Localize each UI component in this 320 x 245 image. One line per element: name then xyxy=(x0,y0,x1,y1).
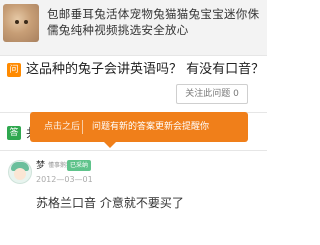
question-text: 这品种的兔子会讲英语吗？ 有没有口音？ xyxy=(26,62,265,77)
avatar[interactable] xyxy=(8,160,32,184)
question-badge: 问 xyxy=(7,63,21,77)
toast-arrow-icon xyxy=(104,142,116,148)
answer-text: 苏格兰口音 介意就不要买了 xyxy=(36,196,184,210)
toast-left-text: 点击之后 xyxy=(44,122,81,132)
answer-item: 梦 懂事鹅鹅 已采纳 2012—03—01 苏格兰口音 介意就不要买了 xyxy=(0,156,267,245)
product-thumbnail[interactable] xyxy=(3,4,39,42)
answer-date: 2012—03—01 xyxy=(36,175,93,184)
question-row: 问 这品种的兔子会讲英语吗？ 有没有口音？ xyxy=(0,58,267,82)
follow-question-button[interactable]: 关注此问题 0 xyxy=(176,84,248,104)
thumbnail-eye xyxy=(15,20,19,24)
divider xyxy=(0,55,267,56)
answer-username[interactable]: 梦 xyxy=(36,160,45,172)
product-title[interactable]: 包邮垂耳兔活体宠物兔猫猫兔宝宝迷你侏儒兔纯种视频挑选安全放心 xyxy=(47,6,261,38)
thumbnail-eye xyxy=(24,20,28,24)
divider xyxy=(0,150,267,151)
toast-right-text: 问题有新的答案更新会提醒你 xyxy=(92,122,210,132)
toast-separator xyxy=(82,120,83,134)
answer-badge: 答 xyxy=(7,126,21,140)
avatar-face xyxy=(14,168,26,180)
follow-tip-toast[interactable]: 点击之后 问题有新的答案更新会提醒你 xyxy=(30,112,248,142)
product-banner[interactable]: 包邮垂耳兔活体宠物兔猫猫兔宝宝迷你侏儒兔纯种视频挑选安全放心 xyxy=(0,0,267,55)
adopted-badge: 已采纳 xyxy=(67,160,91,171)
